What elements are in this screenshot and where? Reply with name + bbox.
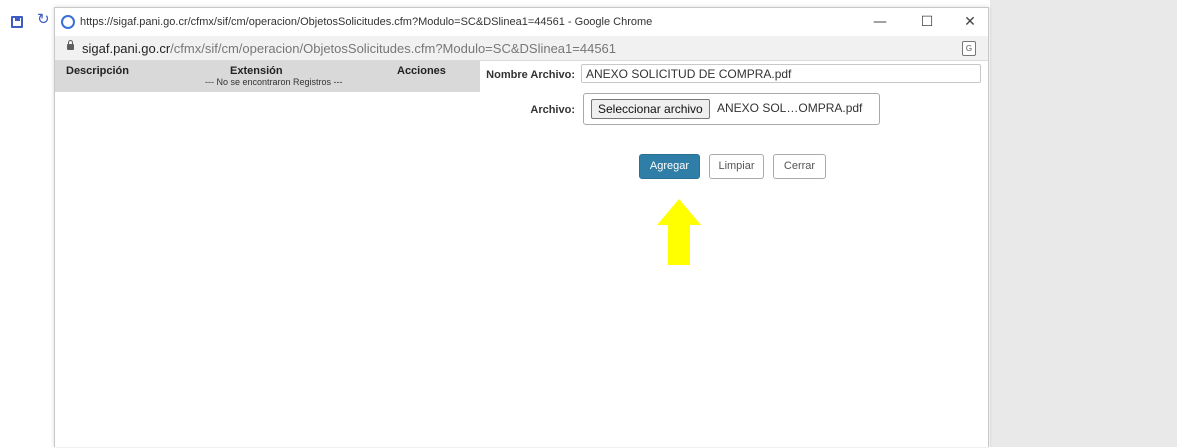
nombre-archivo-label: Nombre Archivo: [486, 69, 575, 81]
archivo-label: Archivo: [530, 104, 575, 116]
maximize-button[interactable]: ☐ [907, 11, 947, 33]
background-app-toolbar: ↻ [0, 0, 60, 40]
chrome-icon [61, 15, 75, 29]
close-window-button[interactable]: ✕ [950, 11, 990, 33]
save-icon[interactable] [11, 16, 23, 28]
empty-grid-message: --- No se encontraron Registros --- [205, 77, 343, 87]
nombre-archivo-input[interactable] [581, 64, 981, 83]
title-bar: https://sigaf.pani.go.cr/cfmx/sif/cm/ope… [55, 8, 988, 36]
window-title: https://sigaf.pani.go.cr/cfmx/sif/cm/ope… [80, 16, 653, 28]
agregar-button[interactable]: Agregar [639, 154, 700, 179]
column-header-descripcion: Descripción [66, 65, 129, 77]
select-file-button[interactable]: Seleccionar archivo [591, 99, 710, 119]
file-input[interactable]: Seleccionar archivo ANEXO SOL…OMPRA.pdf [583, 93, 880, 125]
minimize-button[interactable]: — [860, 11, 900, 33]
up-arrow-icon [657, 199, 701, 265]
translate-icon[interactable]: G [962, 41, 976, 56]
attachments-grid: Descripción Extensión Acciones --- No se… [55, 61, 480, 92]
url-text[interactable]: sigaf.pani.go.cr/cfmx/sif/cm/operacion/O… [82, 41, 616, 56]
lock-icon[interactable] [67, 40, 74, 50]
page-content: Descripción Extensión Acciones --- No se… [55, 61, 988, 448]
url-path: /cfmx/sif/cm/operacion/ObjetosSolicitude… [170, 41, 617, 56]
column-header-extension: Extensión [230, 65, 283, 77]
column-header-acciones: Acciones [397, 65, 446, 77]
limpiar-button[interactable]: Limpiar [709, 154, 764, 179]
arrow-shape [657, 199, 701, 265]
refresh-icon[interactable]: ↻ [37, 10, 50, 28]
cerrar-button[interactable]: Cerrar [773, 154, 826, 179]
selected-file-name: ANEXO SOL…OMPRA.pdf [717, 101, 863, 115]
background-area [990, 0, 1177, 447]
url-host: sigaf.pani.go.cr [82, 41, 171, 56]
address-bar: sigaf.pani.go.cr/cfmx/sif/cm/operacion/O… [55, 36, 988, 61]
popup-window: https://sigaf.pani.go.cr/cfmx/sif/cm/ope… [54, 7, 989, 447]
